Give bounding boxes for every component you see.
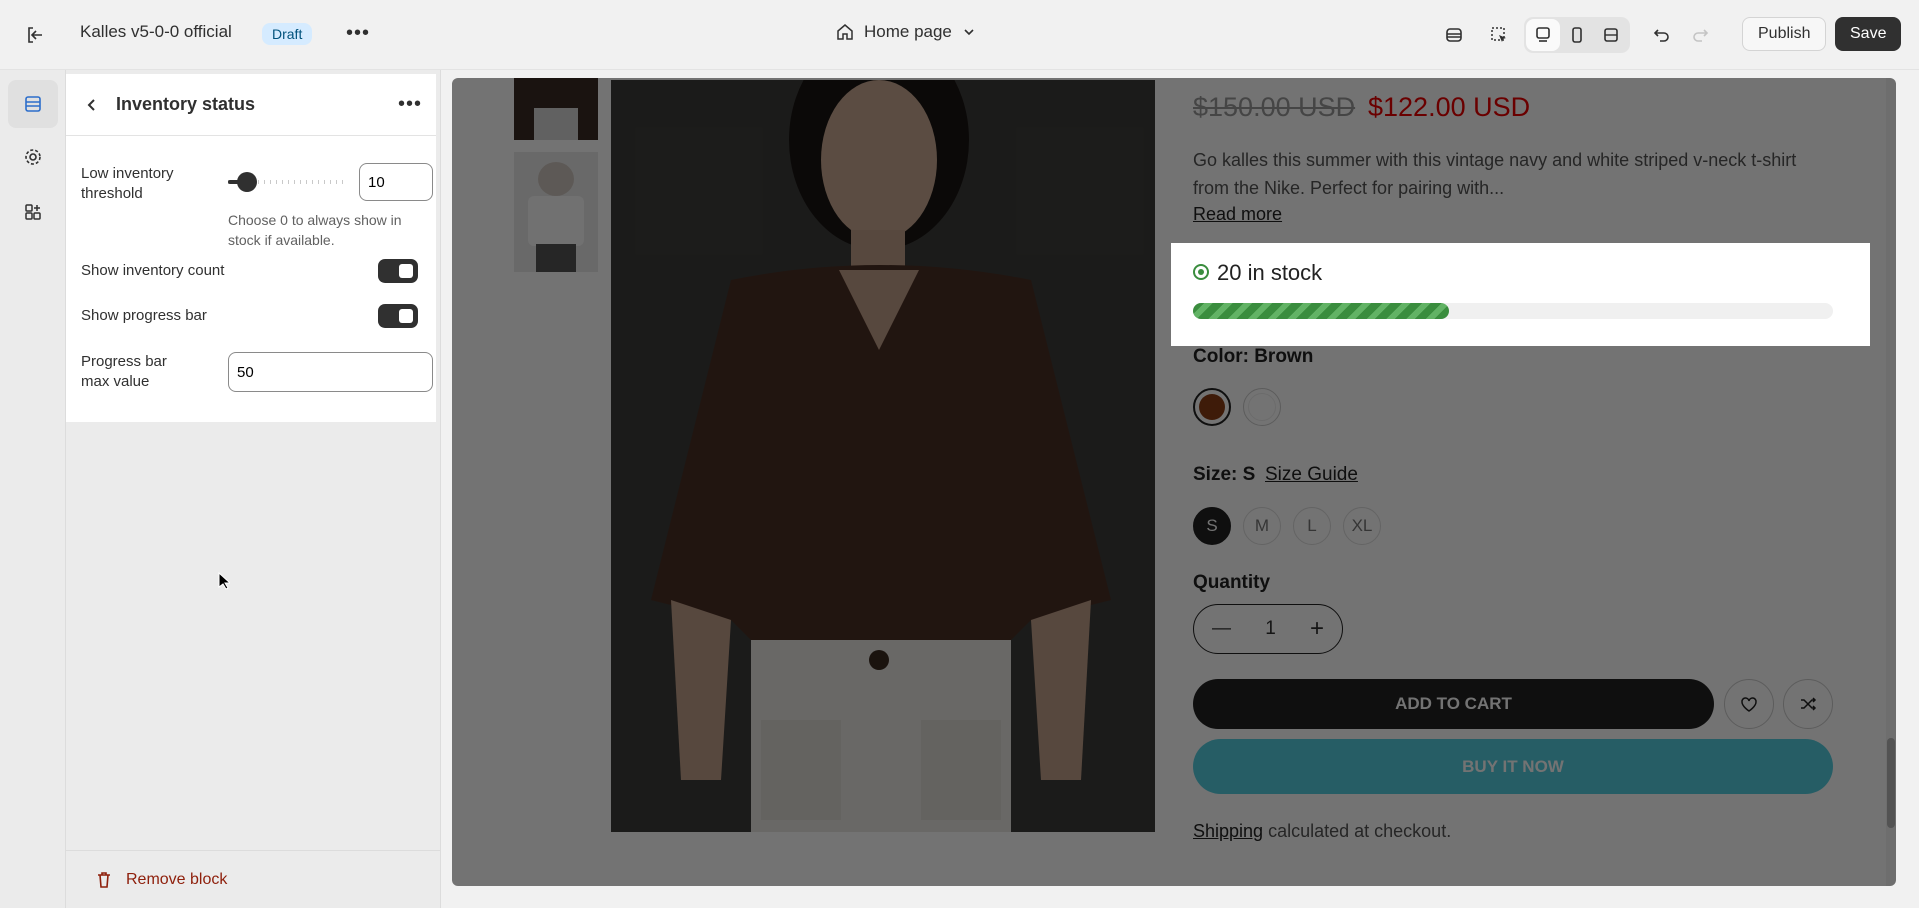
publish-button[interactable]: Publish	[1742, 17, 1827, 51]
sale-price: $122.00 USD	[1368, 92, 1531, 122]
select-element-icon[interactable]	[1482, 18, 1516, 52]
size-option-xl[interactable]: XL	[1343, 507, 1381, 545]
max-value-input[interactable]	[228, 352, 433, 392]
low-threshold-help: Choose 0 to always show in stock if avai…	[228, 212, 402, 248]
size-label: Size: S	[1193, 464, 1256, 485]
panel-title: Inventory status	[116, 94, 256, 114]
low-threshold-label: Low inventory threshold	[81, 165, 174, 202]
product-main-image[interactable]	[611, 80, 1155, 832]
stock-count-text: 20 in stock	[1217, 260, 1323, 285]
quantity-label: Quantity	[1193, 572, 1271, 593]
max-value-label: Progress bar max value	[81, 353, 167, 390]
swatch-brown[interactable]	[1193, 388, 1231, 426]
swatch-white[interactable]	[1243, 388, 1281, 426]
buy-it-now-button[interactable]: BUY IT NOW	[1193, 739, 1833, 794]
show-progress-label: Show progress bar	[81, 307, 207, 324]
page-selector-label: Home page	[864, 22, 952, 41]
wishlist-heart-icon[interactable]	[1724, 679, 1774, 729]
settings-gear-icon[interactable]	[8, 133, 58, 181]
store-name: Kalles v5-0-0 official	[80, 22, 232, 41]
more-actions-icon[interactable]: •••	[346, 22, 370, 45]
quantity-stepper: — 1 +	[1193, 604, 1343, 654]
back-arrow-icon[interactable]	[80, 93, 104, 117]
plus-icon[interactable]: +	[1310, 615, 1324, 643]
show-count-setting: Show inventory count	[81, 259, 418, 283]
compare-shuffle-icon[interactable]	[1783, 679, 1833, 729]
shipping-text: calculated at checkout.	[1268, 821, 1452, 841]
block-settings-panel: Inventory status ••• Low inventory thres…	[66, 74, 436, 422]
panel-more-icon[interactable]: •••	[398, 93, 422, 116]
redo-icon[interactable]	[1683, 18, 1717, 52]
low-inventory-setting: Low inventory threshold Choose 0 to alwa…	[81, 158, 433, 248]
database-icon[interactable]	[1437, 18, 1471, 52]
editor-topbar: Kalles v5-0-0 official Draft ••• Home pa…	[0, 0, 1919, 70]
show-progress-toggle[interactable]	[378, 304, 418, 328]
remove-block-label: Remove block	[126, 870, 228, 888]
chevron-down-icon	[964, 29, 974, 36]
show-count-label: Show inventory count	[81, 262, 225, 279]
shipping-note: Shipping calculated at checkout.	[1193, 821, 1451, 842]
minus-icon[interactable]: —	[1212, 618, 1231, 640]
low-threshold-input[interactable]	[359, 163, 433, 201]
compare-at-price: $150.00 USD	[1193, 92, 1356, 122]
inventory-status-block[interactable]: 20 in stock	[1171, 243, 1870, 346]
shipping-link[interactable]: Shipping	[1193, 821, 1263, 841]
size-option-m[interactable]: M	[1243, 507, 1281, 545]
show-progress-setting: Show progress bar	[81, 304, 418, 328]
size-option-l[interactable]: L	[1293, 507, 1331, 545]
desktop-icon[interactable]	[1526, 19, 1560, 51]
color-label: Color: Brown	[1193, 346, 1314, 367]
slider-thumb[interactable]	[237, 172, 257, 192]
max-value-setting: Progress bar max value	[81, 352, 433, 392]
size-option-s[interactable]: S	[1193, 507, 1231, 545]
settings-sidebar: Inventory status ••• Low inventory thres…	[66, 70, 441, 908]
stock-indicator-dot	[1193, 264, 1209, 280]
left-rail	[0, 70, 66, 908]
preview-scroll-thumb[interactable]	[1887, 738, 1895, 828]
apps-icon[interactable]	[8, 188, 58, 236]
add-to-cart-button[interactable]: ADD TO CART	[1193, 679, 1714, 729]
quantity-value[interactable]: 1	[1265, 618, 1276, 640]
page-selector[interactable]: Home page	[836, 22, 976, 42]
storefront-preview: $150.00 USD $122.00 USD Go kalles this s…	[452, 78, 1896, 886]
preview-scrollbar[interactable]	[1886, 78, 1896, 886]
product-description: Go kalles this summer with this vintage …	[1193, 150, 1797, 198]
sections-icon[interactable]	[8, 80, 58, 128]
mouse-cursor-icon	[218, 572, 230, 590]
undo-icon[interactable]	[1645, 18, 1679, 52]
read-more-link[interactable]: Read more	[1193, 204, 1282, 225]
product-thumbnail-brown[interactable]	[514, 78, 598, 140]
mobile-icon[interactable]	[1560, 19, 1594, 51]
trash-icon	[98, 871, 110, 888]
stock-progress-fill	[1193, 303, 1449, 319]
fullscreen-icon[interactable]	[1594, 19, 1628, 51]
device-toggle	[1524, 17, 1630, 53]
remove-block-button[interactable]: Remove block	[66, 850, 441, 908]
stock-progress-bar	[1193, 303, 1833, 319]
status-badge: Draft	[262, 23, 313, 45]
home-icon	[837, 24, 853, 40]
product-thumbnail-white[interactable]	[514, 152, 598, 272]
size-guide-link[interactable]: Size Guide	[1265, 464, 1358, 486]
save-button[interactable]: Save	[1835, 17, 1902, 51]
exit-icon[interactable]	[22, 24, 48, 46]
show-count-toggle[interactable]	[378, 259, 418, 283]
